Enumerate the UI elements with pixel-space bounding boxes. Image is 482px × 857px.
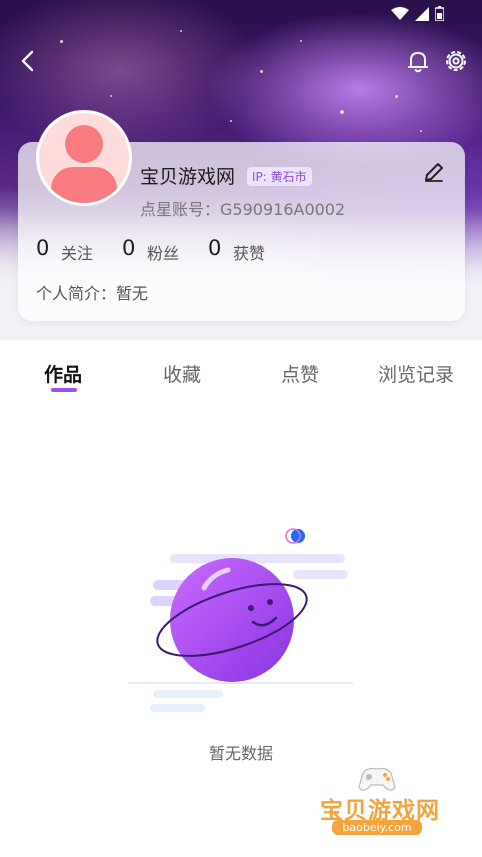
avatar[interactable] (36, 110, 132, 206)
battery-icon (435, 6, 444, 21)
account-value: G590916A0002 (220, 200, 346, 219)
bio-label: 个人简介： (36, 284, 117, 303)
ip-location-badge: IP: 黄石市 (247, 167, 312, 186)
following-label[interactable]: 关注 (61, 240, 93, 264)
tab-works[interactable]: 作品 (44, 360, 82, 387)
active-tab-indicator (51, 388, 77, 392)
watermark-url: baobeiy.com (332, 820, 422, 835)
tab-history[interactable]: 浏览记录 (378, 360, 454, 387)
bio-value: 暂无 (116, 284, 149, 303)
likes-received-label[interactable]: 获赞 (233, 240, 265, 264)
empty-state-text: 暂无数据 (208, 744, 273, 763)
wifi-icon (391, 6, 409, 20)
empty-planet-illustration (128, 528, 353, 712)
watermark-logo: 宝贝游戏网 baobeiy.com (305, 765, 455, 845)
followers-label[interactable]: 粉丝 (147, 240, 179, 264)
following-count[interactable]: 0 (36, 236, 49, 260)
bio: 个人简介：暂无 (36, 280, 148, 304)
status-bar (391, 6, 444, 21)
account-label: 点星账号： (140, 200, 221, 219)
gamepad-icon (358, 767, 396, 791)
tab-favorites[interactable]: 收藏 (163, 360, 201, 387)
tab-likes[interactable]: 点赞 (281, 360, 319, 387)
edit-pencil-icon[interactable] (422, 160, 446, 184)
bell-icon[interactable] (405, 48, 431, 74)
gear-icon[interactable] (443, 48, 469, 74)
followers-count[interactable]: 0 (122, 236, 135, 260)
signal-icon (415, 6, 429, 21)
account-id: 点星账号：G590916A0002 (140, 196, 345, 220)
profile-name: 宝贝游戏网 (140, 166, 236, 188)
likes-received-count[interactable]: 0 (208, 236, 221, 260)
back-arrow-icon[interactable] (16, 48, 42, 74)
